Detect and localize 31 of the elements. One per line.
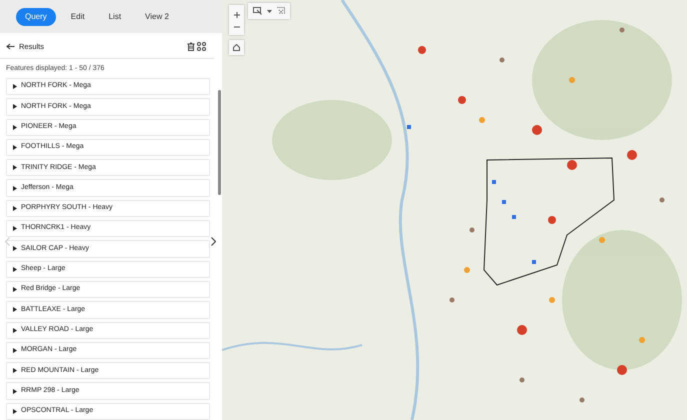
- caret-icon[interactable]: [13, 246, 17, 252]
- caret-icon[interactable]: [13, 408, 17, 414]
- clear-selection-icon[interactable]: [277, 7, 285, 15]
- caret-icon[interactable]: [13, 266, 17, 272]
- caret-icon[interactable]: [13, 144, 17, 150]
- caret-icon[interactable]: [13, 368, 17, 374]
- tab[interactable]: Edit: [62, 8, 94, 26]
- caret-icon[interactable]: [267, 10, 272, 12]
- caret-icon[interactable]: [13, 307, 17, 312]
- caret-icon[interactable]: [13, 124, 17, 130]
- chevron-right-icon[interactable]: [211, 237, 216, 246]
- caret-icon[interactable]: [13, 348, 17, 353]
- tab[interactable]: View 2: [136, 8, 178, 26]
- grid-icon[interactable]: [197, 42, 206, 52]
- caret-icon[interactable]: [13, 186, 17, 191]
- caret-icon[interactable]: [13, 226, 17, 232]
- back-arrow-icon[interactable]: [6, 43, 15, 50]
- home-icon[interactable]: [233, 44, 240, 51]
- caret-icon[interactable]: [13, 84, 17, 90]
- select-icon[interactable]: [253, 7, 262, 15]
- caret-icon[interactable]: [13, 287, 17, 292]
- zoom-in-icon[interactable]: [234, 12, 240, 18]
- tab[interactable]: Query: [16, 8, 56, 26]
- scrollbar-thumb[interactable]: [218, 90, 221, 195]
- caret-icon[interactable]: [13, 328, 17, 333]
- caret-icon[interactable]: [13, 165, 17, 170]
- caret-icon[interactable]: [13, 206, 17, 211]
- tab[interactable]: List: [100, 8, 130, 26]
- caret-icon[interactable]: [13, 388, 17, 394]
- trash-icon[interactable]: [187, 42, 195, 52]
- caret-icon[interactable]: [13, 104, 17, 110]
